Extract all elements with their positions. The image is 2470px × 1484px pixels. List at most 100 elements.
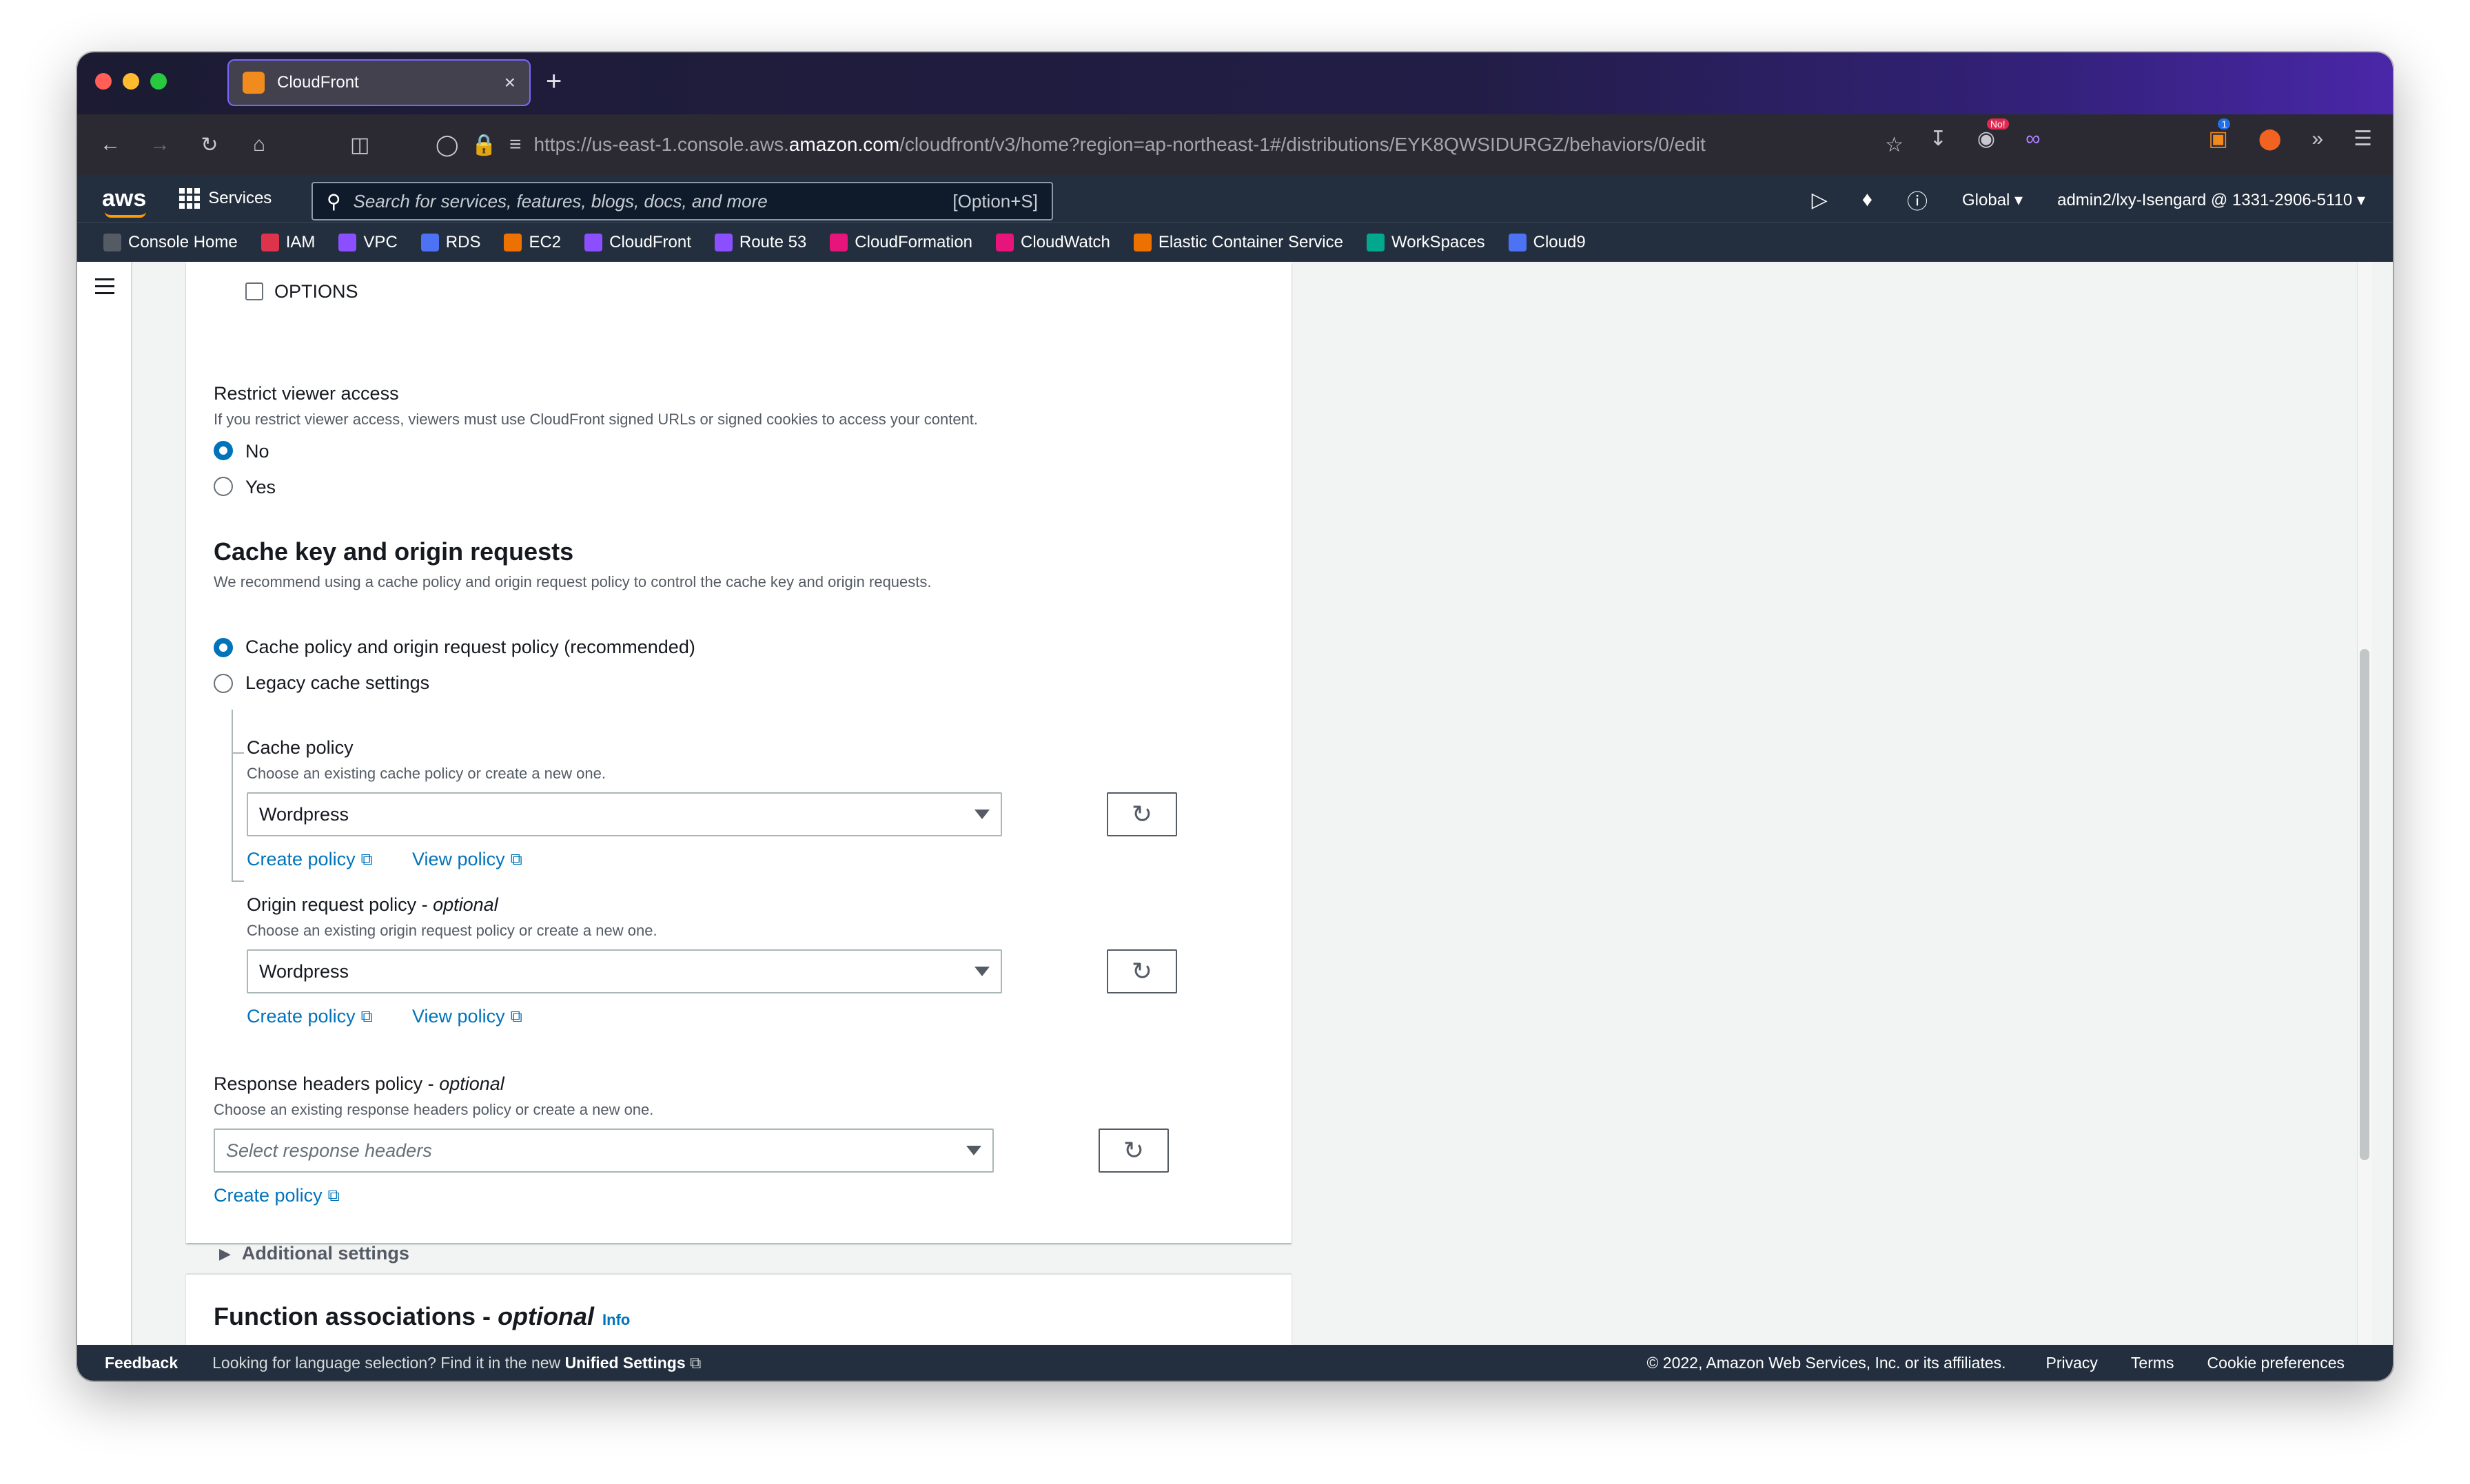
toolbar-right: ↧ ◉ No! ∞ ▣ 1 ⬤ » ☰ <box>1930 118 2372 151</box>
restrict-viewer-access-label: Restrict viewer access <box>214 383 399 404</box>
response-headers-policy-select[interactable]: Select response headers <box>214 1129 994 1173</box>
menu-icon[interactable]: ☰ <box>2354 127 2372 151</box>
additional-settings-toggle[interactable]: ▶ Additional settings <box>219 1243 409 1264</box>
cache-policy-view-link[interactable]: View policy ⧉ <box>412 849 522 870</box>
new-tab-button[interactable]: + <box>546 68 562 95</box>
lock-icon[interactable]: 🔒 <box>471 133 497 157</box>
origin-request-policy-value: Wordpress <box>259 960 349 982</box>
refresh-icon: ↻ <box>1131 800 1153 828</box>
notifications-bell-icon[interactable]: ♦ <box>1862 188 1872 212</box>
tree-line <box>232 710 233 882</box>
workspaces-icon <box>1367 233 1385 251</box>
favorite-workspaces[interactable]: WorkSpaces <box>1367 233 1485 252</box>
origin-request-policy-create-link[interactable]: Create policy ⧉ <box>247 1006 373 1027</box>
feedback-link[interactable]: Feedback <box>105 1354 178 1372</box>
language-selection-text: Looking for language selection? Find it … <box>212 1353 702 1372</box>
tab-close-icon[interactable]: × <box>504 72 516 94</box>
browser-tab-cloudfront[interactable]: CloudFront × <box>227 59 531 106</box>
function-associations-header: Function associations - optional Info <box>214 1302 630 1331</box>
url-text[interactable]: https://us-east-1.console.aws.amazon.com… <box>533 134 1705 156</box>
search-placeholder: Search for services, features, blogs, do… <box>353 190 768 212</box>
aws-logo[interactable]: aws <box>102 185 147 218</box>
legacy-cache-settings-radio[interactable] <box>214 674 233 693</box>
tree-line <box>232 880 244 882</box>
origin-request-policy-view-link[interactable]: View policy ⧉ <box>412 1006 522 1027</box>
cloudfront-favicon-icon <box>243 72 265 94</box>
favorite-route53[interactable]: Route 53 <box>714 233 806 252</box>
caret-down-icon <box>966 1146 981 1155</box>
extension-shield-icon[interactable]: ⬤ <box>2258 127 2282 151</box>
extension-screen-icon[interactable]: ▣ 1 <box>2208 118 2231 151</box>
ec2-icon <box>504 233 522 251</box>
scrollbar-thumb[interactable] <box>2360 649 2369 1160</box>
permissions-icon[interactable]: ≡ <box>509 133 522 156</box>
response-headers-refresh-button[interactable]: ↻ <box>1099 1129 1169 1173</box>
header-right: ▷ ♦ ⓘ Global ▾ admin2/lxy-Isengard @ 133… <box>1812 185 2365 215</box>
favorite-ecs[interactable]: Elastic Container Service <box>1133 233 1343 252</box>
privacy-link[interactable]: Privacy <box>2046 1354 2098 1372</box>
region-selector[interactable]: Global ▾ <box>1962 190 2023 210</box>
navigation-bar: ← → ↻ ⌂ ◫ ◯ 🔒 ≡ https://us-east-1.consol… <box>77 114 2393 175</box>
cookie-preferences-link[interactable]: Cookie preferences <box>2207 1354 2345 1372</box>
favorite-console-home[interactable]: Console Home <box>103 233 238 252</box>
url-bar[interactable]: ◫ ◯ 🔒 ≡ https://us-east-1.console.aws.am… <box>350 123 1903 167</box>
external-link-icon: ⧉ <box>510 1007 522 1026</box>
cache-key-heading: Cache key and origin requests <box>214 537 574 566</box>
favorite-ec2[interactable]: EC2 <box>504 233 561 252</box>
services-menu-button[interactable]: Services <box>179 188 272 209</box>
forward-icon[interactable]: → <box>135 133 185 156</box>
cloud9-icon <box>1508 233 1527 251</box>
download-icon[interactable]: ↧ <box>1930 127 1947 151</box>
refresh-icon: ↻ <box>1131 957 1153 985</box>
options-checkbox[interactable] <box>245 282 263 300</box>
search-shortcut: [Option+S] <box>952 190 1038 212</box>
favorite-iam[interactable]: IAM <box>261 233 315 252</box>
zoom-window-button[interactable] <box>150 73 167 90</box>
external-link-icon: ⧉ <box>360 1007 373 1026</box>
favorite-cloud9[interactable]: Cloud9 <box>1508 233 1586 252</box>
favorite-cloudwatch[interactable]: CloudWatch <box>996 233 1110 252</box>
title-bar: CloudFront × + <box>77 52 2393 114</box>
cache-policy-refresh-button[interactable]: ↻ <box>1107 792 1177 836</box>
origin-request-policy-select[interactable]: Wordpress <box>247 949 1002 993</box>
restrict-no-radio[interactable] <box>214 441 233 460</box>
home-icon[interactable]: ⌂ <box>234 133 284 156</box>
cache-policy-recommended-label: Cache policy and origin request policy (… <box>245 637 695 657</box>
favorite-cloudformation[interactable]: CloudFormation <box>830 233 972 252</box>
restrict-yes-radio[interactable] <box>214 477 233 496</box>
console-footer: Feedback Looking for language selection?… <box>77 1345 2393 1381</box>
extension-no-icon[interactable]: ◉ No! <box>1977 118 2009 151</box>
aws-header: aws Services ⚲ Search for services, feat… <box>77 175 2393 222</box>
hamburger-menu-icon[interactable] <box>95 278 114 299</box>
favorite-rds[interactable]: RDS <box>420 233 480 252</box>
search-icon: ⚲ <box>327 190 341 212</box>
more-tools-icon[interactable]: » <box>2311 127 2323 151</box>
restrict-viewer-access-description: If you restrict viewer access, viewers m… <box>214 411 979 428</box>
sidebar-toggle-icon[interactable]: ◫ <box>350 133 369 157</box>
back-icon[interactable]: ← <box>85 133 135 156</box>
shield-icon[interactable]: ◯ <box>436 133 459 157</box>
legacy-cache-settings-label: Legacy cache settings <box>245 672 430 693</box>
terms-link[interactable]: Terms <box>2131 1354 2174 1372</box>
console-home-icon <box>103 233 121 251</box>
favorite-vpc[interactable]: VPC <box>338 233 398 252</box>
copyright-text: © 2022, Amazon Web Services, Inc. or its… <box>1646 1353 2006 1372</box>
extension-infinity-icon[interactable]: ∞ <box>2025 127 2040 151</box>
reload-icon[interactable]: ↻ <box>185 133 234 157</box>
bookmark-star-icon[interactable]: ☆ <box>1885 133 1903 157</box>
cache-policy-recommended-radio[interactable] <box>214 638 233 657</box>
response-headers-create-link[interactable]: Create policy ⧉ <box>214 1185 340 1206</box>
favorite-cloudfront[interactable]: CloudFront <box>584 233 691 252</box>
account-menu[interactable]: admin2/lxy-Isengard @ 1331-2906-5110 ▾ <box>2057 190 2365 210</box>
cloudshell-icon[interactable]: ▷ <box>1812 188 1828 212</box>
origin-request-policy-refresh-button[interactable]: ↻ <box>1107 949 1177 993</box>
unified-settings-link[interactable]: Unified Settings <box>565 1354 686 1372</box>
cache-policy-select[interactable]: Wordpress <box>247 792 1002 836</box>
rds-icon <box>420 233 439 251</box>
search-input[interactable]: ⚲ Search for services, features, blogs, … <box>312 182 1053 220</box>
info-link[interactable]: Info <box>602 1311 630 1329</box>
help-icon[interactable]: ⓘ <box>1907 185 1928 215</box>
minimize-window-button[interactable] <box>123 73 139 90</box>
cache-policy-create-link[interactable]: Create policy ⧉ <box>247 849 373 870</box>
close-window-button[interactable] <box>95 73 112 90</box>
